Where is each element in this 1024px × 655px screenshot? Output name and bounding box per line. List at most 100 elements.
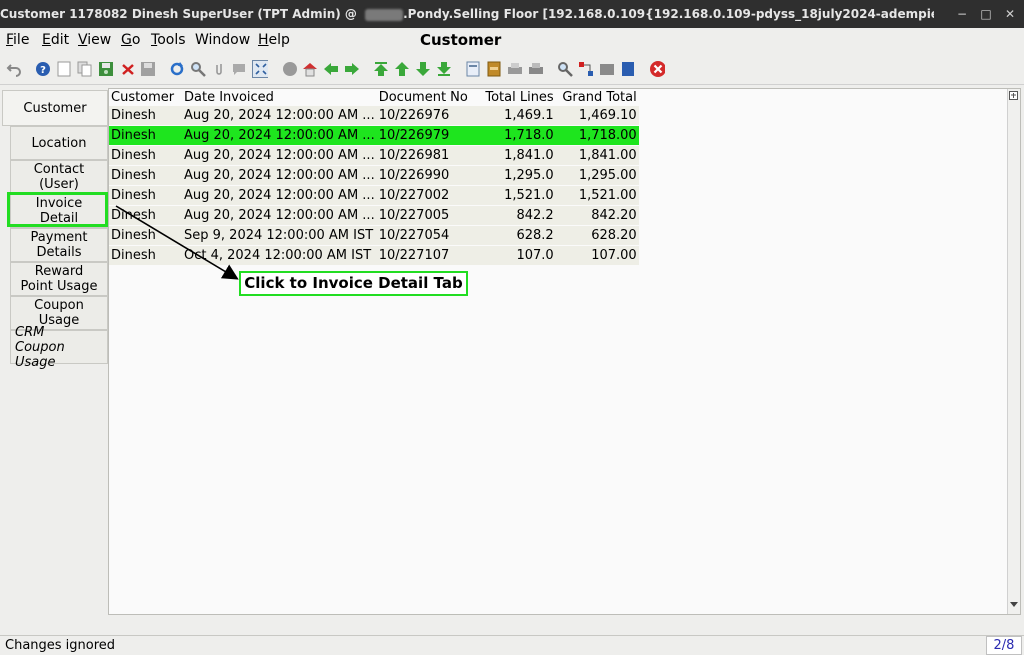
find-button[interactable] xyxy=(190,61,206,77)
forward-button[interactable] xyxy=(344,61,360,77)
save-disabled-icon xyxy=(141,62,155,76)
refresh-button[interactable] xyxy=(169,61,185,77)
maximize-button[interactable]: □ xyxy=(976,4,996,24)
close-button[interactable]: ✕ xyxy=(1000,4,1020,24)
new-record-button[interactable] xyxy=(56,61,72,77)
table-row[interactable]: Dinesh Aug 20, 2024 12:00:00 AM ... 10/227… xyxy=(109,185,639,206)
menu-tools-label: ools xyxy=(157,32,186,48)
table-row[interactable]: Dinesh Aug 20, 2024 12:00:00 AM ... 10/226… xyxy=(109,106,639,126)
report-button[interactable] xyxy=(465,61,481,77)
table-row-selected[interactable]: Dinesh Aug 20, 2024 12:00:00 AM ... 10/226… xyxy=(109,125,639,146)
workflow-button[interactable] xyxy=(578,61,594,77)
column-header-total-lines[interactable]: Total Lines xyxy=(478,89,556,106)
cell-grand-total: 107.00 xyxy=(555,245,639,266)
minimize-button[interactable]: − xyxy=(952,4,972,24)
cell-total-lines: 842.2 xyxy=(477,205,556,226)
window-title-prefix: Customer 1178082 Dinesh SuperUser (TPT A… xyxy=(0,7,362,21)
chat-button[interactable] xyxy=(231,61,247,77)
back-button[interactable] xyxy=(323,61,339,77)
cell-date-invoiced: Sep 9, 2024 12:00:00 AM IST xyxy=(182,225,377,246)
menu-file-label: ile xyxy=(13,32,30,48)
next-record-button[interactable] xyxy=(415,61,431,77)
cell-customer: Dinesh xyxy=(109,225,182,246)
home-icon xyxy=(303,63,317,77)
zoom-across-button[interactable] xyxy=(557,61,573,77)
cell-document-no: 10/226981 xyxy=(376,145,478,166)
record-counter[interactable]: 2/8 xyxy=(986,636,1022,655)
column-header-customer[interactable]: Customer xyxy=(109,89,182,106)
status-bar: Changes ignored 2/8 xyxy=(0,635,1024,655)
menu-file[interactable]: File xyxy=(6,31,29,49)
menu-tools[interactable]: Tools xyxy=(151,31,186,49)
vertical-scrollbar[interactable] xyxy=(1007,89,1020,614)
table-row[interactable]: Dinesh Oct 4, 2024 12:00:00 AM IST 10/2271… xyxy=(109,245,639,266)
print-preview-button[interactable] xyxy=(507,61,523,77)
table-row[interactable]: Dinesh Aug 20, 2024 12:00:00 AM ... 10/226… xyxy=(109,165,639,186)
column-header-document-no[interactable]: Document No xyxy=(377,89,478,106)
archive-button[interactable] xyxy=(486,61,502,77)
tab-crm-coupon-usage[interactable]: CRM Coupon Usage xyxy=(10,325,108,370)
delete-button[interactable] xyxy=(120,61,136,77)
home-button[interactable] xyxy=(302,61,318,77)
cell-date-invoiced: Aug 20, 2024 12:00:00 AM ... xyxy=(182,165,377,186)
cell-date-invoiced: Aug 20, 2024 12:00:00 AM ... xyxy=(182,125,377,146)
history-button[interactable] xyxy=(282,61,298,77)
tab-label: Coupon xyxy=(34,298,84,313)
column-header-date-invoiced[interactable]: Date Invoiced xyxy=(182,89,377,106)
find-icon xyxy=(191,62,206,77)
product-info-button[interactable] xyxy=(620,61,636,77)
cell-document-no: 10/227005 xyxy=(376,205,478,226)
cell-total-lines: 1,295.0 xyxy=(477,165,556,186)
tab-customer[interactable]: Customer xyxy=(2,90,108,126)
table-row[interactable]: Dinesh Aug 20, 2024 12:00:00 AM ... 10/226… xyxy=(109,145,639,166)
close-window-icon xyxy=(650,61,665,77)
cell-customer: Dinesh xyxy=(109,145,182,166)
close-window-button[interactable] xyxy=(649,61,665,77)
menu-help[interactable]: Help xyxy=(258,31,290,49)
cell-date-invoiced: Oct 4, 2024 12:00:00 AM IST xyxy=(182,245,377,266)
tab-payment-details[interactable]: Payment Details xyxy=(10,228,108,262)
tab-location[interactable]: Location xyxy=(10,126,108,160)
tab-contact-user[interactable]: Contact (User) xyxy=(10,160,108,194)
cell-total-lines: 1,718.0 xyxy=(477,125,556,146)
previous-record-icon xyxy=(395,62,409,76)
menu-go[interactable]: Go xyxy=(121,31,140,49)
table-row[interactable]: Dinesh Sep 9, 2024 12:00:00 AM IST 10/2270… xyxy=(109,225,639,246)
save-disabled-button[interactable] xyxy=(140,61,156,77)
undo-button[interactable] xyxy=(6,61,22,77)
tab-label: Point Usage xyxy=(20,279,98,294)
last-record-button[interactable] xyxy=(436,61,452,77)
grid-toggle-button[interactable] xyxy=(252,60,268,78)
print-button[interactable] xyxy=(528,61,544,77)
attachment-icon xyxy=(216,64,222,75)
table-row[interactable]: Dinesh Aug 20, 2024 12:00:00 AM ... 10/227… xyxy=(109,205,639,226)
back-icon xyxy=(324,63,338,75)
help-button[interactable]: ? xyxy=(35,61,51,77)
menu-file-mnemonic: F xyxy=(6,32,14,48)
tab-label: Payment xyxy=(30,230,88,245)
history-icon xyxy=(283,62,297,76)
menu-edit[interactable]: Edit xyxy=(42,31,69,49)
window-title-suffix: .Pondy.Selling Floor [192.168.0.109{192.… xyxy=(403,7,934,21)
cell-document-no: 10/226979 xyxy=(376,125,478,146)
window-heading: Customer xyxy=(420,31,502,49)
print-icon xyxy=(529,63,543,74)
copy-record-button[interactable] xyxy=(77,61,93,77)
scroll-down-arrow-icon[interactable] xyxy=(1008,599,1020,611)
new-record-icon xyxy=(57,61,71,77)
status-message: Changes ignored xyxy=(5,638,116,653)
attachment-button[interactable] xyxy=(211,61,227,77)
tab-reward-point-usage[interactable]: Reward Point Usage xyxy=(10,262,108,296)
scrollbar-corner-icon xyxy=(1009,91,1018,100)
save-button[interactable] xyxy=(98,61,114,77)
cell-total-lines: 628.2 xyxy=(477,225,556,246)
previous-record-button[interactable] xyxy=(394,61,410,77)
grid-panel: Customer Date Invoiced Document No Total… xyxy=(108,88,1021,615)
request-button[interactable] xyxy=(599,61,615,77)
minimize-icon: − xyxy=(956,7,968,21)
column-header-grand-total[interactable]: Grand Total xyxy=(556,89,639,106)
report-icon xyxy=(466,61,480,77)
menu-window[interactable]: Window xyxy=(195,31,250,49)
first-record-button[interactable] xyxy=(373,61,389,77)
menu-view[interactable]: View xyxy=(78,31,111,49)
